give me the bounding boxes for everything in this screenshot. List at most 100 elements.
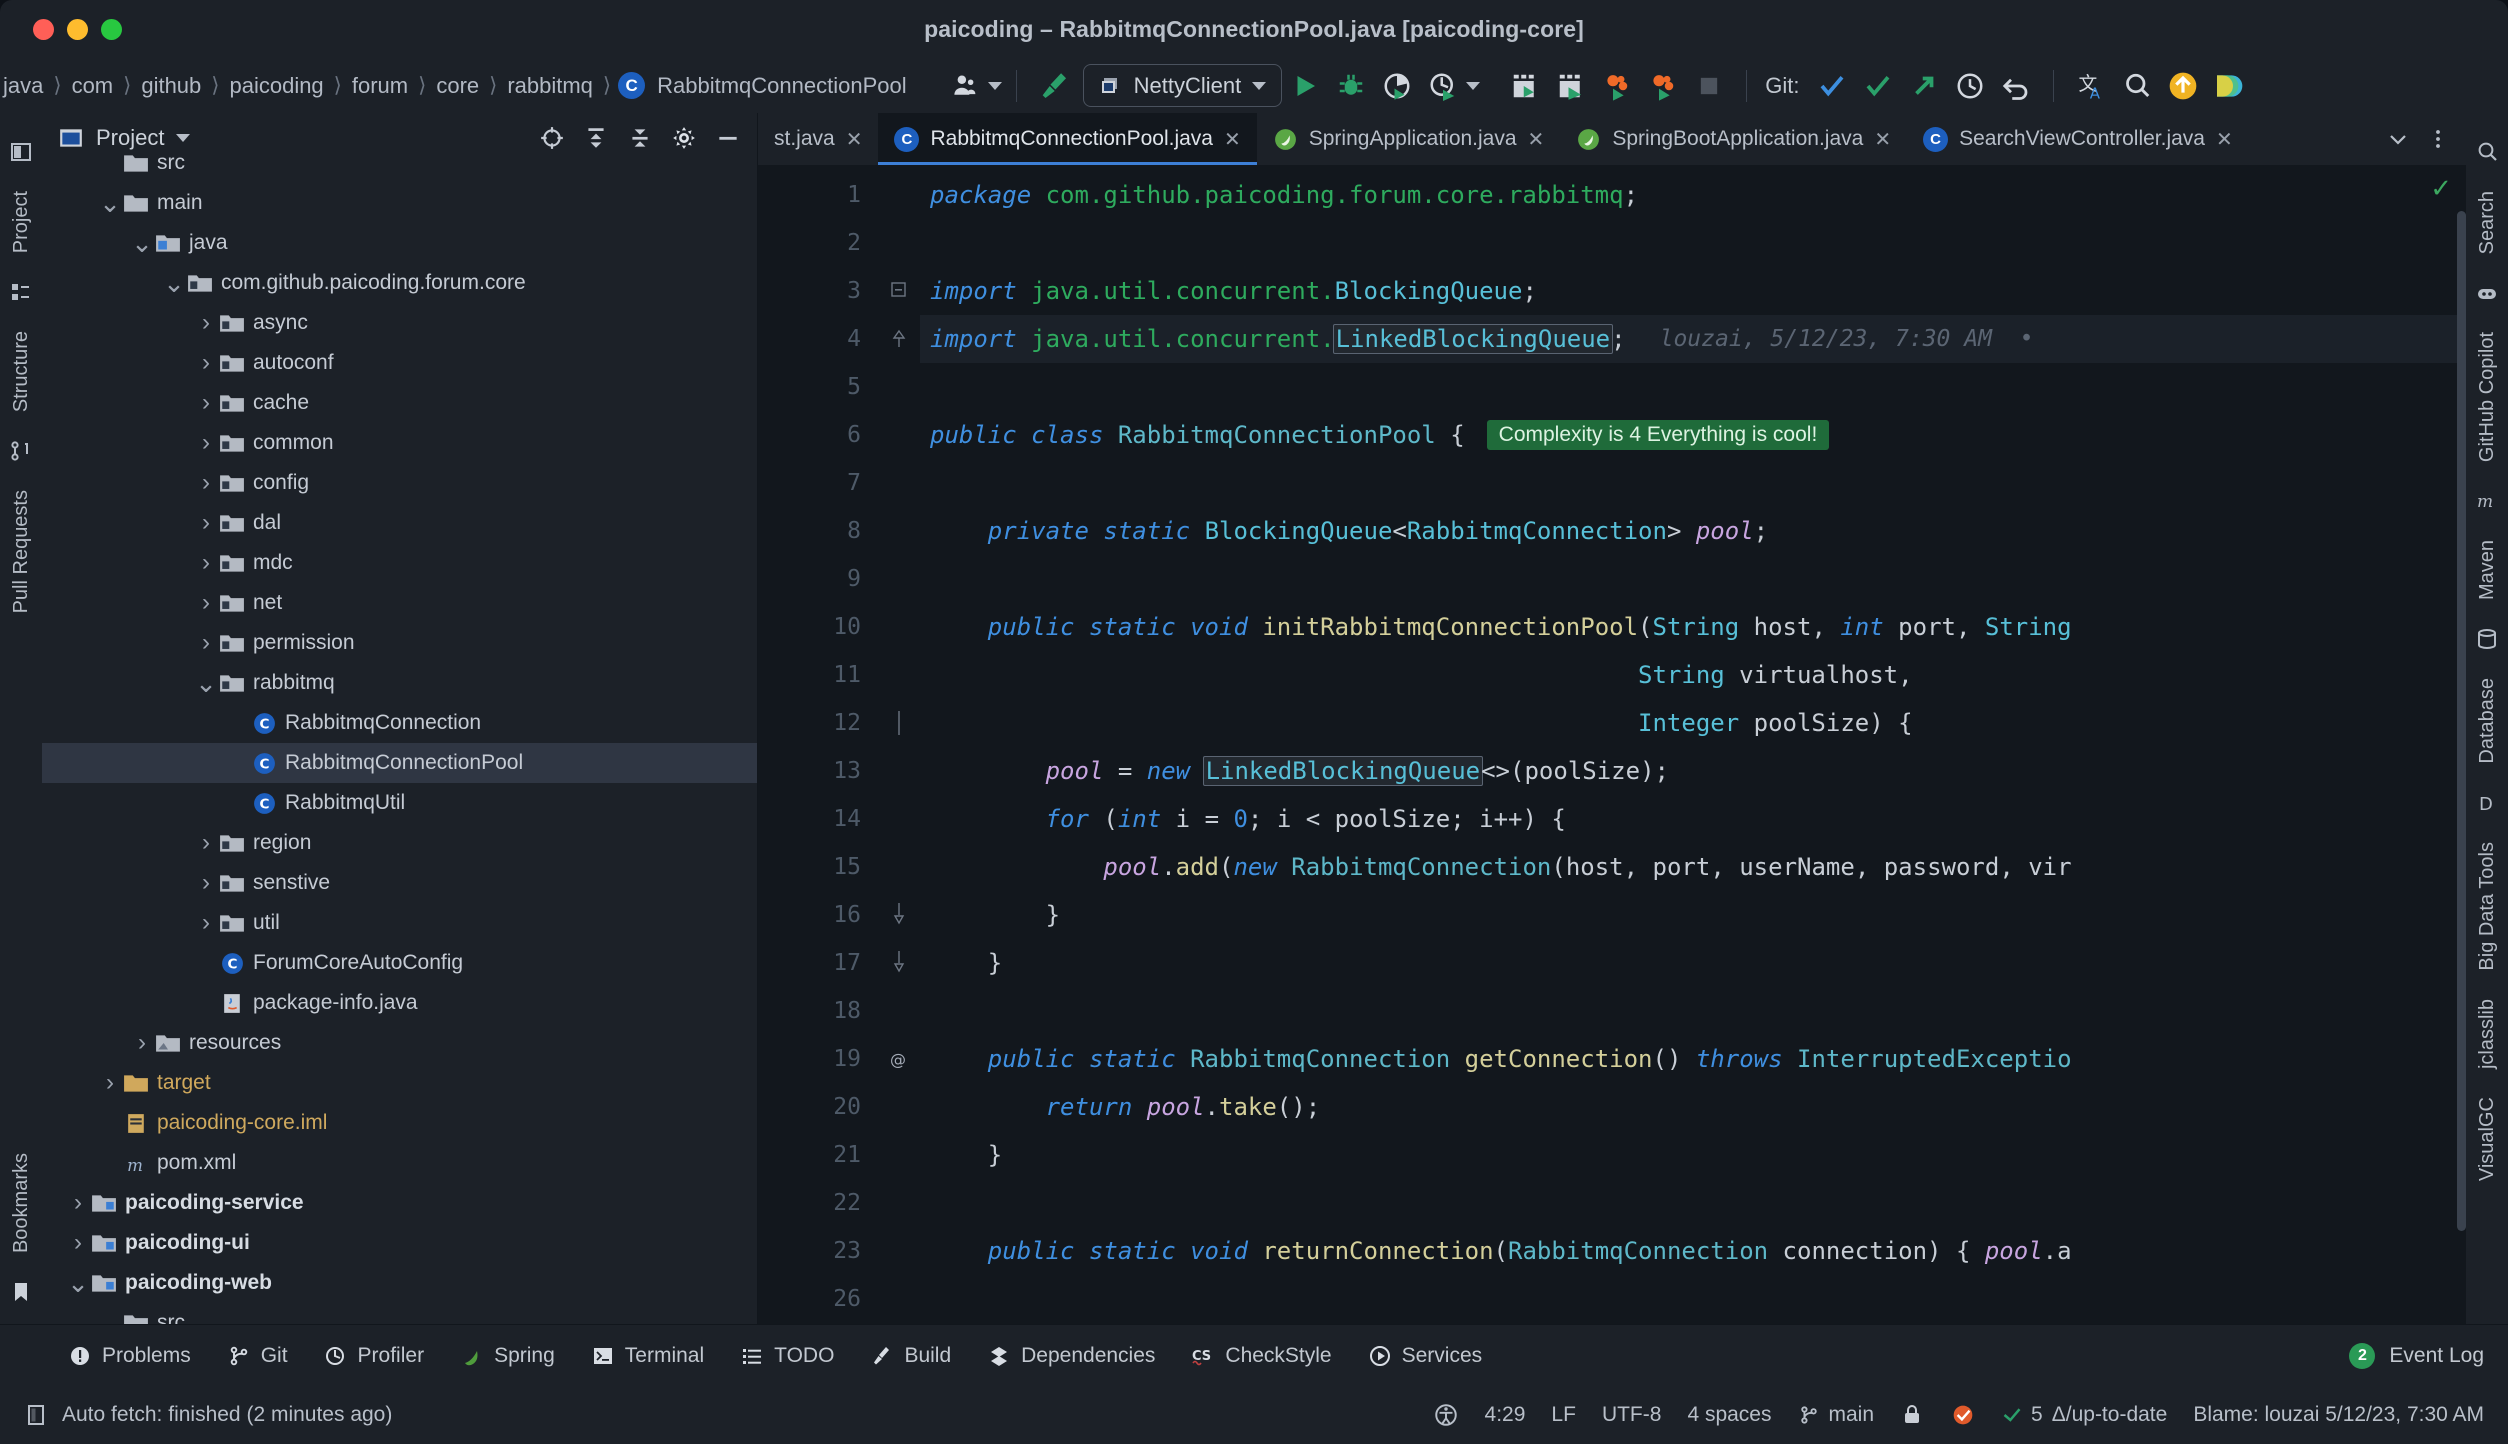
inspections-widget[interactable]: [1950, 1402, 1976, 1428]
tree-node-target[interactable]: › target: [42, 1063, 757, 1103]
breadcrumb-item-java[interactable]: java: [0, 73, 46, 99]
code-line[interactable]: }: [920, 891, 2466, 939]
more-vertical-icon[interactable]: [2426, 127, 2450, 151]
tree-node-java[interactable]: ⌄ java: [42, 223, 757, 263]
editor-tab-searchviewcontroller-java[interactable]: C SearchViewController.java ✕: [1907, 113, 2249, 165]
code-line[interactable]: return pool. take ();: [920, 1083, 2466, 1131]
blame-status[interactable]: Blame: louzai 5/12/23, 7:30 AM: [2193, 1403, 2484, 1427]
code-line[interactable]: public static void initRabbitmqConnectio…: [920, 603, 2466, 651]
sidebar-item-project[interactable]: Project: [10, 191, 33, 253]
tree-node-rabbitmqutil[interactable]: C RabbitmqUtil: [42, 783, 757, 823]
accessibility-icon[interactable]: [1433, 1402, 1459, 1428]
tree-node-mdc[interactable]: › mdc: [42, 543, 757, 583]
chevron-down-icon[interactable]: [1466, 81, 1481, 90]
sidebar-item-search[interactable]: Search: [2476, 191, 2499, 254]
source-code[interactable]: package com.github.paicoding.forum.core.…: [920, 165, 2466, 1324]
structure-icon[interactable]: [9, 280, 33, 304]
close-icon[interactable]: ✕: [2216, 127, 2233, 152]
sidebar-item-pull-requests[interactable]: Pull Requests: [10, 490, 33, 613]
close-icon[interactable]: ✕: [846, 127, 863, 152]
line-number[interactable]: 16: [758, 891, 878, 939]
tool-window-terminal[interactable]: Terminal: [573, 1344, 722, 1368]
sidebar-item-github-copilot[interactable]: GitHub Copilot: [2476, 332, 2499, 462]
notification-icon[interactable]: [24, 1403, 48, 1427]
code-folding-gutter[interactable]: @: [878, 165, 920, 1324]
chevron-right-icon[interactable]: ›: [194, 389, 218, 417]
code-editor[interactable]: 1234567891011121314151617181920212223262…: [758, 165, 2466, 1324]
code-line[interactable]: [920, 459, 2466, 507]
chevron-down-icon[interactable]: [1252, 81, 1267, 90]
project-icon[interactable]: [9, 140, 33, 164]
git-commit-icon[interactable]: [1858, 66, 1898, 106]
chevron-right-icon[interactable]: ›: [194, 469, 218, 497]
tree-node-resources[interactable]: › resources: [42, 1023, 757, 1063]
run-with-coverage-icon[interactable]: [1377, 66, 1417, 106]
line-number[interactable]: 14: [758, 795, 878, 843]
chevron-right-icon[interactable]: ›: [194, 309, 218, 337]
chevron-down-icon[interactable]: ⌄: [194, 670, 218, 696]
search-icon[interactable]: [2117, 66, 2157, 106]
tree-node-package-info-java[interactable]: package-info.java: [42, 983, 757, 1023]
project-tree[interactable]: src ⌄ main ⌄ java ⌄ com.github.paicoding.forum…: [42, 141, 757, 1383]
chevron-down-icon[interactable]: [2386, 127, 2410, 151]
vcs-sync-status[interactable]: 5 Δ/up-to-date: [2002, 1403, 2167, 1427]
code-line[interactable]: [920, 1179, 2466, 1227]
stop-icon[interactable]: [1689, 66, 1729, 106]
tool-window-services[interactable]: Services: [1350, 1344, 1501, 1368]
breadcrumb-item-class[interactable]: RabbitmqConnectionPool: [654, 73, 910, 99]
tree-node-config[interactable]: › config: [42, 463, 757, 503]
sidebar-item-visualgc[interactable]: VisualGC: [2476, 1097, 2499, 1181]
tool-window-spring[interactable]: Spring: [442, 1344, 573, 1368]
tree-node-paicoding-web[interactable]: ⌄ paicoding-web: [42, 1263, 757, 1303]
code-line[interactable]: }: [920, 1131, 2466, 1179]
tree-node-src[interactable]: src: [42, 143, 757, 183]
line-number[interactable]: 22: [758, 1179, 878, 1227]
tree-node-autoconf[interactable]: › autoconf: [42, 343, 757, 383]
cursor-position[interactable]: 4:29: [1485, 1403, 1526, 1427]
tree-node-region[interactable]: › region: [42, 823, 757, 863]
file-encoding[interactable]: UTF-8: [1602, 1403, 1662, 1427]
run-dashboard-icon[interactable]: [1505, 66, 1545, 106]
line-number[interactable]: 18: [758, 987, 878, 1035]
tree-node-paicoding-ui[interactable]: › paicoding-ui: [42, 1223, 757, 1263]
close-icon[interactable]: ✕: [1874, 127, 1891, 152]
code-line[interactable]: [920, 219, 2466, 267]
chevron-down-icon[interactable]: [987, 81, 1002, 90]
tool-window-build[interactable]: Build: [852, 1344, 969, 1368]
editor-tab-springbootapplication-java[interactable]: SpringBootApplication.java ✕: [1560, 113, 1907, 165]
line-number[interactable]: 11: [758, 651, 878, 699]
profiler-icon[interactable]: [1423, 66, 1463, 106]
tree-node-senstive[interactable]: › senstive: [42, 863, 757, 903]
sidebar-item-jclasslib[interactable]: jclasslib: [2476, 999, 2499, 1069]
tree-node-main[interactable]: ⌄ main: [42, 183, 757, 223]
tool-window-profiler[interactable]: Profiler: [306, 1344, 443, 1368]
breadcrumb-item-com[interactable]: com: [69, 73, 117, 99]
sidebar-item-structure[interactable]: Structure: [10, 331, 33, 412]
maven-icon[interactable]: m: [2475, 489, 2499, 513]
breadcrumb-item-paicoding[interactable]: paicoding: [226, 73, 326, 99]
line-number[interactable]: 10: [758, 603, 878, 651]
code-fold-marker[interactable]: [878, 891, 920, 939]
chevron-right-icon[interactable]: ›: [194, 629, 218, 657]
debug-icon[interactable]: [1331, 66, 1371, 106]
code-line[interactable]: import java.util.concurrent. BlockingQueu…: [920, 267, 2466, 315]
line-number[interactable]: 26: [758, 1275, 878, 1323]
editor-tab-rabbitmqconnectionpool-java[interactable]: C RabbitmqConnectionPool.java ✕: [878, 113, 1258, 165]
git-update-icon[interactable]: [1812, 66, 1852, 106]
chevron-right-icon[interactable]: ›: [194, 909, 218, 937]
lock-icon[interactable]: [1900, 1403, 1924, 1427]
code-fold-marker[interactable]: @: [878, 1035, 920, 1083]
git-branch-widget[interactable]: main: [1798, 1403, 1874, 1427]
tree-node-rabbitmq[interactable]: ⌄ rabbitmq: [42, 663, 757, 703]
chevron-right-icon[interactable]: ›: [194, 429, 218, 457]
chevron-right-icon[interactable]: ›: [66, 1229, 90, 1257]
tree-node-cache[interactable]: › cache: [42, 383, 757, 423]
sidebar-item-big-data-tools[interactable]: Big Data Tools: [2476, 842, 2499, 971]
code-fold-marker[interactable]: [878, 699, 920, 747]
chevron-right-icon[interactable]: ›: [194, 829, 218, 857]
undo-icon[interactable]: [1996, 66, 2036, 106]
chevron-down-icon[interactable]: ⌄: [66, 1270, 90, 1296]
chevron-right-icon[interactable]: ›: [194, 349, 218, 377]
tree-node-paicoding-core-iml[interactable]: paicoding-core.iml: [42, 1103, 757, 1143]
editor-scrollbar[interactable]: [2457, 211, 2466, 1231]
